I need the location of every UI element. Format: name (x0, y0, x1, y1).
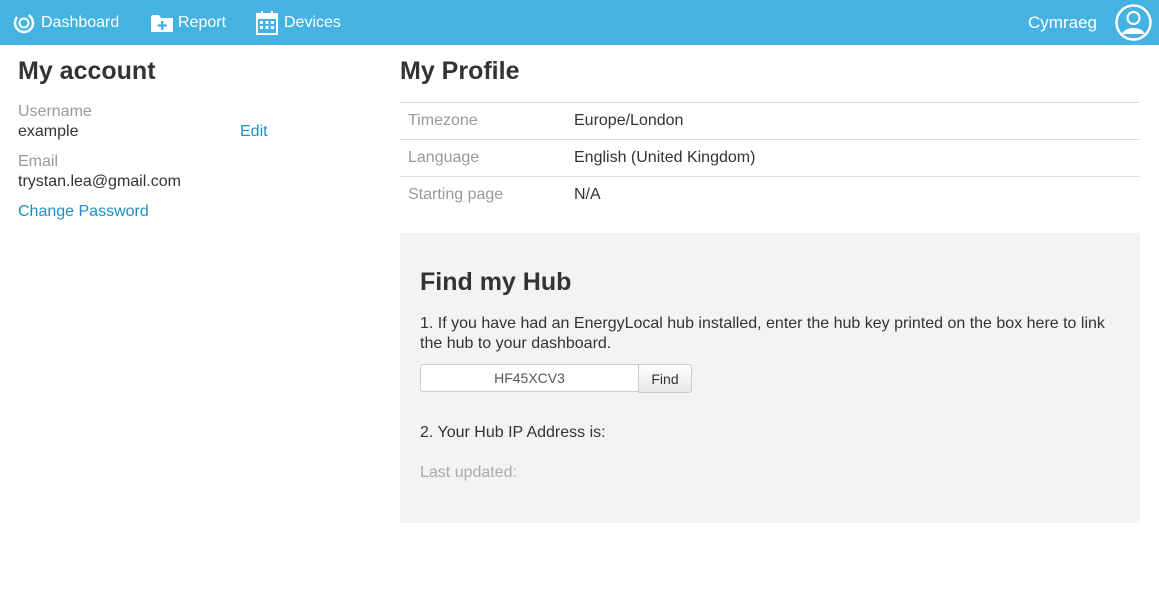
edit-username-link[interactable]: Edit (240, 123, 268, 141)
starting-page-value[interactable]: N/A (574, 176, 1140, 213)
change-password-link[interactable]: Change Password (18, 203, 149, 221)
account-title: My account (18, 57, 156, 85)
hub-step1-instructions: 1. If you have had an EnergyLocal hub in… (420, 315, 1105, 352)
account-panel: My account Username example Edit Email t… (18, 45, 358, 220)
report-folder-add-icon (150, 13, 174, 33)
top-navbar: Dashboard Report Devices Cymraeg (0, 0, 1159, 45)
email-value: trystan.lea@gmail.com (18, 173, 181, 190)
profile-table: Timezone Europe/London Language English … (400, 102, 1140, 213)
hub-key-input[interactable] (420, 364, 638, 392)
user-avatar-button[interactable] (1115, 4, 1152, 41)
table-row: Timezone Europe/London (400, 102, 1140, 140)
language-value[interactable]: English (United Kingdom) (574, 139, 1140, 177)
nav-report-label: Report (178, 13, 227, 31)
nav-dashboard-label: Dashboard (41, 13, 120, 31)
hub-key-input-group: Find (420, 364, 692, 393)
language-switch-link[interactable]: Cymraeg (1028, 0, 1097, 45)
find-hub-title: Find my Hub (420, 268, 572, 296)
find-hub-panel: Find my Hub 1. If you have had an Energy… (400, 233, 1140, 523)
nav-dashboard[interactable]: Dashboard (13, 0, 119, 45)
profile-title: My Profile (400, 57, 520, 85)
table-row: Language English (United Kingdom) (400, 139, 1140, 177)
starting-page-label: Starting page (400, 176, 574, 213)
timezone-value[interactable]: Europe/London (574, 102, 1140, 140)
find-hub-button[interactable]: Find (638, 364, 692, 393)
table-row: Starting page N/A (400, 176, 1140, 213)
nav-report[interactable]: Report (150, 0, 226, 45)
language-label: Language (400, 139, 574, 177)
profile-panel: My Profile Timezone Europe/London Langua… (400, 45, 1140, 213)
nav-devices-label: Devices (284, 13, 341, 31)
hub-last-updated: Last updated: (420, 464, 517, 481)
timezone-label: Timezone (400, 102, 574, 140)
username-label: Username (18, 103, 92, 120)
nav-devices[interactable]: Devices (256, 0, 341, 45)
user-icon (1115, 4, 1152, 41)
hub-ip-address-label: 2. Your Hub IP Address is: (420, 424, 606, 441)
username-value: example (18, 123, 79, 140)
calendar-icon (256, 10, 278, 35)
email-label: Email (18, 153, 59, 170)
dashboard-icon (13, 12, 35, 34)
